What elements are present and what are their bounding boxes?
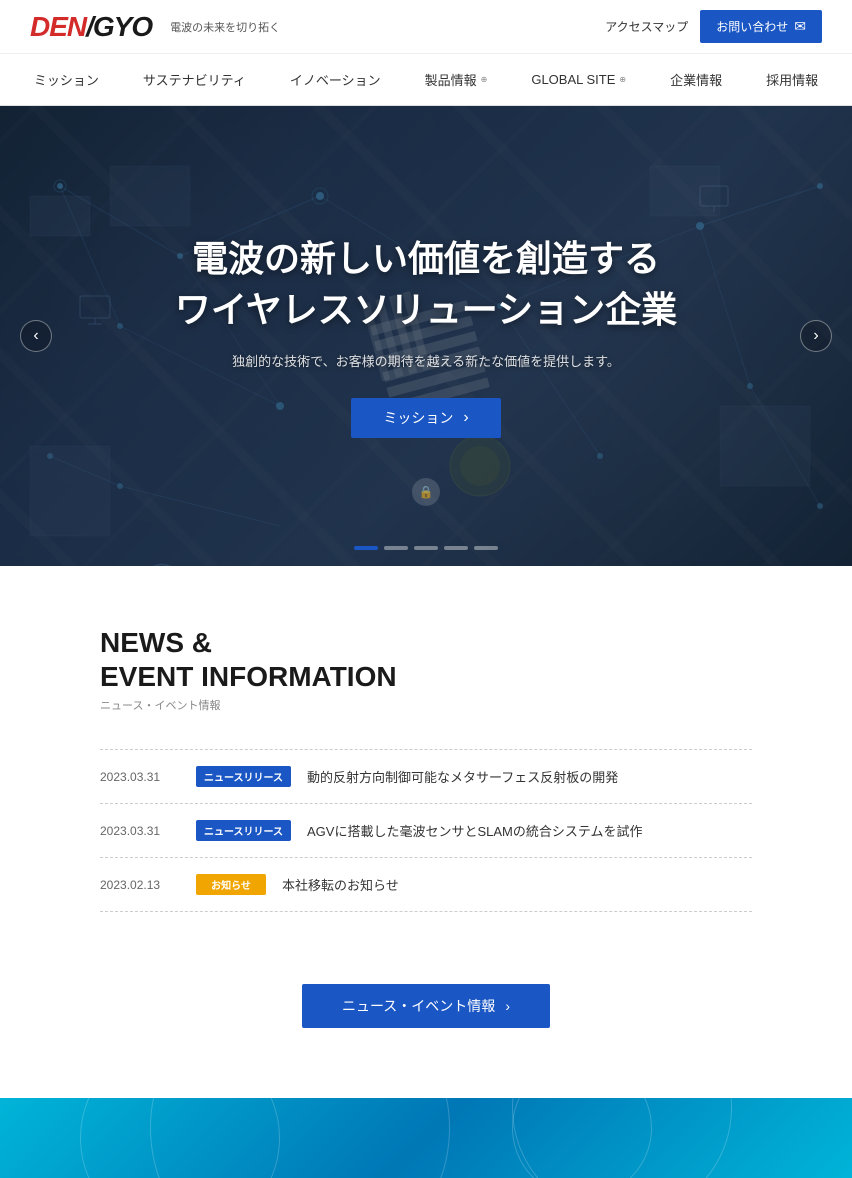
news-more-wrapper: ニュース・イベント情報 › [100,948,752,1028]
nav-item-products[interactable]: 製品情報 ⊕ [403,54,510,105]
contact-label: お問い合わせ [716,18,788,35]
nav-item-company[interactable]: 企業情報 [648,54,744,105]
logo[interactable]: DEN/GYO [30,11,152,43]
news-title-1[interactable]: 動的反射方向制御可能なメタサーフェス反射板の開発 [307,767,618,786]
access-map-link[interactable]: アクセスマップ [605,18,688,35]
hero-subtitle: 独創的な技術で、お客様の期待を越える新たな価値を提供します。 [175,351,677,370]
hero-prev-button[interactable]: ‹ [20,320,52,352]
mail-icon: ✉ [794,18,806,35]
news-badge-3: お知らせ [196,874,266,895]
indicator-2[interactable] [384,546,408,550]
news-date-1: 2023.03.31 [100,770,180,784]
news-item-2: 2023.03.31 ニュースリリース AGVに搭載した毫波センサとSLAMの統… [100,804,752,858]
news-heading-en: NEWS & EVENT INFORMATION [100,626,752,693]
hero-section: 電波の新しい価値を創造する ワイヤレスソリューション企業 独創的な技術で、お客様… [0,106,852,566]
news-date-3: 2023.02.13 [100,878,180,892]
external-icon: ⊕ [481,75,488,84]
nav-item-global-site[interactable]: GLOBAL SITE ⊕ [509,56,648,103]
contact-button[interactable]: お問い合わせ ✉ [700,10,822,43]
news-item-3: 2023.02.13 お知らせ 本社移転のお知らせ [100,858,752,912]
news-title-3[interactable]: 本社移転のお知らせ [282,875,399,894]
nav-item-recruit[interactable]: 採用情報 [744,54,840,105]
header: DEN/GYO 電波の未来を切り拓く アクセスマップ お問い合わせ ✉ [0,0,852,54]
nav-item-sustainability[interactable]: サステナビリティ [121,54,268,105]
hero-next-button[interactable]: › [800,320,832,352]
logo-area: DEN/GYO 電波の未来を切り拓く [30,11,280,43]
news-item-1: 2023.03.31 ニュースリリース 動的反射方向制御可能なメタサーフェス反射… [100,749,752,804]
indicator-3[interactable] [414,546,438,550]
hero-cta-button[interactable]: ミッション › [351,398,500,438]
arrow-icon: › [505,998,510,1014]
main-nav: ミッション サステナビリティ イノベーション 製品情報 ⊕ GLOBAL SIT… [0,54,852,106]
indicator-1[interactable] [354,546,378,550]
news-title-2[interactable]: AGVに搭載した毫波センサとSLAMの統合システムを試作 [307,821,642,840]
tagline: 電波の未来を切り拓く [170,19,280,35]
slider-indicators [354,546,498,550]
bottom-section [0,1098,852,1178]
deco-circle-2 [150,1098,450,1178]
external-icon-2: ⊕ [619,75,626,84]
deco-circle-4 [512,1098,732,1178]
news-badge-1: ニュースリリース [196,766,291,787]
nav-item-innovation[interactable]: イノベーション [268,54,403,105]
hero-content: 電波の新しい価値を創造する ワイヤレスソリューション企業 独創的な技術で、お客様… [155,234,697,438]
indicator-4[interactable] [444,546,468,550]
lock-icon: 🔒 [412,478,440,506]
header-right: アクセスマップ お問い合わせ ✉ [605,10,822,43]
news-more-button[interactable]: ニュース・イベント情報 › [302,984,550,1028]
indicator-5[interactable] [474,546,498,550]
nav-item-mission[interactable]: ミッション [12,54,121,105]
news-date-2: 2023.03.31 [100,824,180,838]
arrow-right-icon: › [463,409,468,427]
news-list: 2023.03.31 ニュースリリース 動的反射方向制御可能なメタサーフェス反射… [100,749,752,912]
news-heading-ja: ニュース・イベント情報 [100,697,752,713]
news-section: NEWS & EVENT INFORMATION ニュース・イベント情報 202… [0,566,852,1098]
hero-title: 電波の新しい価値を創造する ワイヤレスソリューション企業 [175,234,677,335]
news-badge-2: ニュースリリース [196,820,291,841]
